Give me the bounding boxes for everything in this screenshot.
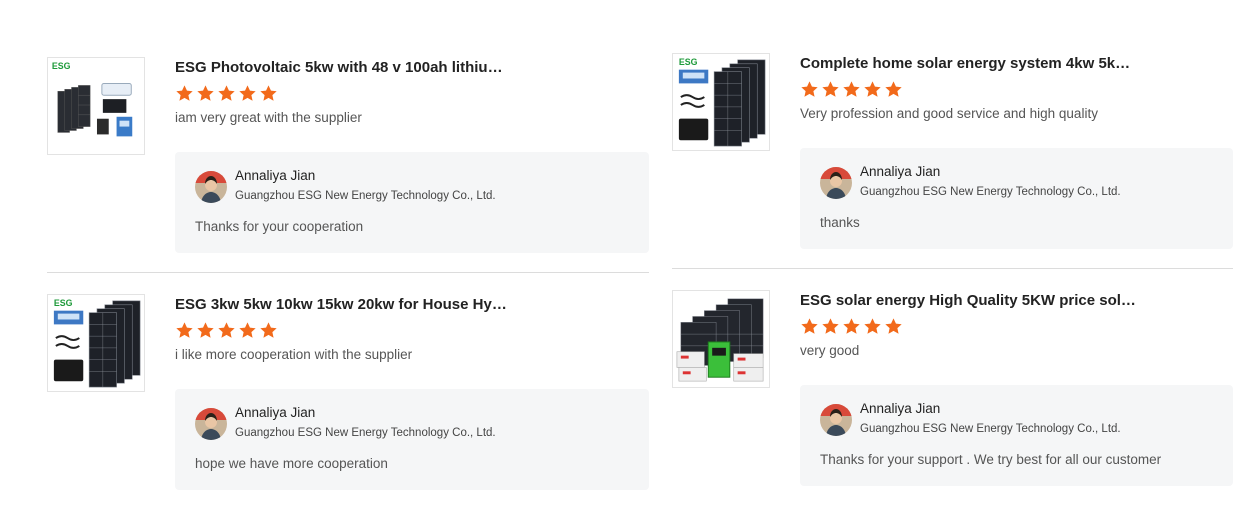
reply-author-name: Annaliya Jian xyxy=(235,168,316,183)
star-icon xyxy=(238,321,257,340)
review-comment: iam very great with the supplier xyxy=(175,110,362,125)
star-icon xyxy=(238,84,257,103)
star-icon xyxy=(217,84,236,103)
star-icon xyxy=(196,84,215,103)
divider xyxy=(47,272,649,273)
reply-author-name: Annaliya Jian xyxy=(235,405,316,420)
reply-company: Guangzhou ESG New Energy Technology Co.,… xyxy=(860,186,1121,198)
star-icon xyxy=(259,84,278,103)
reply-author-name: Annaliya Jian xyxy=(860,401,941,416)
star-icon xyxy=(884,317,903,336)
supplier-reply: Annaliya Jian Guangzhou ESG New Energy T… xyxy=(800,385,1233,486)
review-comment: very good xyxy=(800,343,860,358)
star-icon xyxy=(800,80,819,99)
supplier-reply: Annaliya Jian Guangzhou ESG New Energy T… xyxy=(175,152,649,253)
star-icon xyxy=(800,317,819,336)
star-icon xyxy=(196,321,215,340)
star-icon xyxy=(863,317,882,336)
star-rating xyxy=(800,80,1233,100)
product-thumbnail[interactable]: ESG xyxy=(672,53,770,151)
reply-company: Guangzhou ESG New Energy Technology Co.,… xyxy=(860,423,1121,435)
svg-text:ESG: ESG xyxy=(52,61,71,71)
star-icon xyxy=(175,84,194,103)
reply-company: Guangzhou ESG New Energy Technology Co.,… xyxy=(235,427,496,439)
star-icon xyxy=(175,321,194,340)
review-comment: i like more cooperation with the supplie… xyxy=(175,347,413,362)
avatar xyxy=(195,408,227,440)
solar-kit-image: ESG xyxy=(48,58,144,154)
star-icon xyxy=(842,317,861,336)
divider xyxy=(672,268,1233,269)
avatar xyxy=(820,167,852,199)
solar-kit-image: ESG xyxy=(48,295,144,391)
product-thumbnail[interactable]: ESG xyxy=(47,294,145,392)
star-icon xyxy=(821,80,840,99)
star-icon xyxy=(863,80,882,99)
star-rating xyxy=(800,317,1233,337)
product-title[interactable]: ESG solar energy High Quality 5KW price … xyxy=(800,290,1140,310)
reply-text: Thanks for your cooperation xyxy=(195,219,364,234)
star-icon xyxy=(884,80,903,99)
supplier-reply: Annaliya Jian Guangzhou ESG New Energy T… xyxy=(800,148,1233,249)
product-title[interactable]: Complete home solar energy system 4kw 5k… xyxy=(800,53,1140,73)
product-thumbnail[interactable]: ESG xyxy=(47,57,145,155)
star-icon xyxy=(821,317,840,336)
solar-kit-image: ESG xyxy=(673,54,769,150)
product-title[interactable]: ESG Photovoltaic 5kw with 48 v 100ah lit… xyxy=(175,57,515,77)
supplier-reply: Annaliya Jian Guangzhou ESG New Energy T… xyxy=(175,389,649,490)
reply-company: Guangzhou ESG New Energy Technology Co.,… xyxy=(235,190,496,202)
avatar xyxy=(195,171,227,203)
reply-author-name: Annaliya Jian xyxy=(860,164,941,179)
star-icon xyxy=(259,321,278,340)
star-rating xyxy=(175,321,649,341)
svg-text:ESG: ESG xyxy=(679,57,698,67)
avatar xyxy=(820,404,852,436)
reply-text: hope we have more cooperation xyxy=(195,456,388,471)
svg-text:ESG: ESG xyxy=(54,298,73,308)
star-rating xyxy=(175,84,649,104)
review-comment: Very profession and good service and hig… xyxy=(800,106,1098,121)
product-thumbnail[interactable] xyxy=(672,290,770,388)
star-icon xyxy=(842,80,861,99)
reply-text: Thanks for your support . We try best fo… xyxy=(820,452,1162,467)
product-title[interactable]: ESG 3kw 5kw 10kw 15kw 20kw for House Hyb… xyxy=(175,294,515,314)
solar-kit-image xyxy=(673,291,769,387)
star-icon xyxy=(217,321,236,340)
reply-text: thanks xyxy=(820,215,860,230)
